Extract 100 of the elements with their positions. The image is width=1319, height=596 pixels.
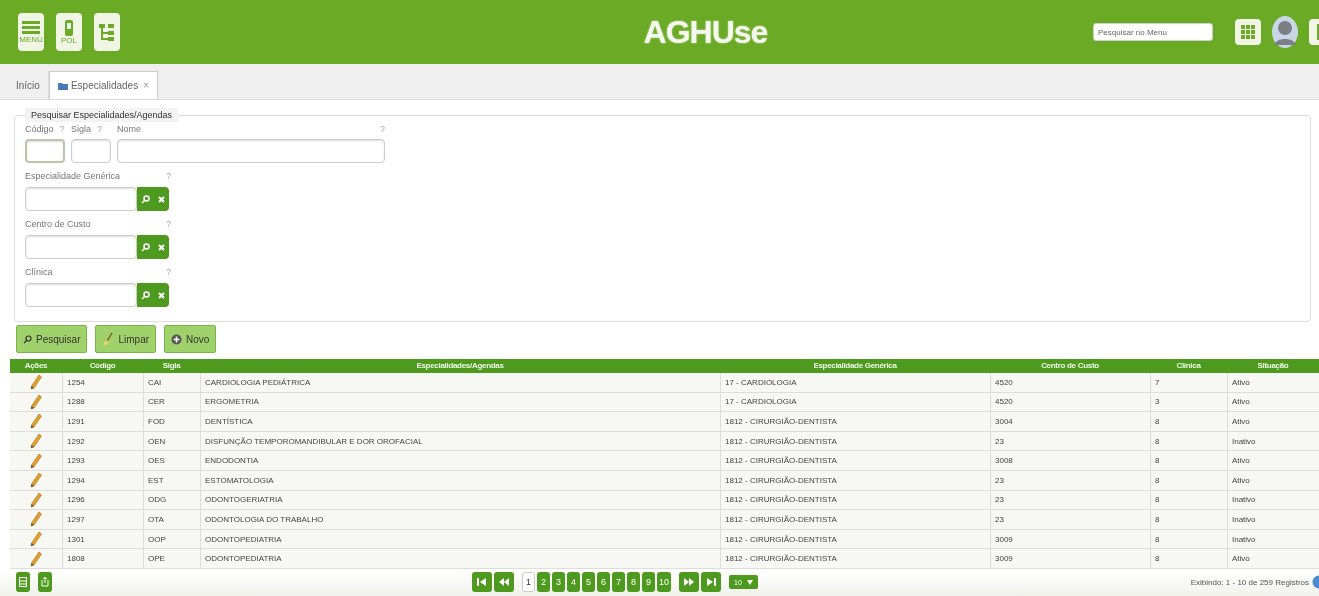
table-cell: ENDODONTIA bbox=[200, 451, 720, 470]
field-label: Sigla bbox=[71, 124, 91, 134]
page-button[interactable]: 6 bbox=[597, 572, 610, 593]
page-button[interactable]: 9 bbox=[642, 572, 655, 593]
field-label: Especialidade Genérica bbox=[25, 171, 121, 181]
clear-button[interactable] bbox=[153, 283, 169, 307]
page-button[interactable]: 3 bbox=[552, 572, 565, 593]
pol-button[interactable]: POL bbox=[56, 13, 82, 51]
table-cell: 1293 bbox=[62, 451, 143, 470]
column-header[interactable]: Situação bbox=[1227, 359, 1319, 373]
table-cell: 8 bbox=[1150, 510, 1227, 529]
broom-icon bbox=[102, 332, 115, 346]
next-page-button[interactable] bbox=[679, 572, 699, 593]
export-button[interactable] bbox=[38, 572, 52, 593]
clear-button[interactable] bbox=[153, 187, 169, 211]
table-cell: 3008 bbox=[990, 451, 1150, 470]
help-icon[interactable]: ? bbox=[97, 124, 103, 134]
column-header[interactable]: Centro de Custo bbox=[990, 359, 1150, 373]
input-field[interactable] bbox=[25, 235, 137, 259]
table-cell: 1296 bbox=[62, 490, 143, 510]
table-cell: 1291 bbox=[62, 412, 143, 431]
pencil-icon[interactable] bbox=[30, 393, 42, 410]
input-field[interactable] bbox=[25, 139, 65, 163]
apps-grid-button[interactable] bbox=[1235, 19, 1261, 45]
column-header[interactable]: Clínica bbox=[1150, 359, 1227, 373]
table-cell: Ativo bbox=[1227, 373, 1319, 392]
table-cell: 1812 - CIRURGIÃO-DENTISTA bbox=[720, 510, 990, 529]
plus-icon bbox=[171, 333, 183, 345]
column-header[interactable]: Sigla bbox=[143, 359, 200, 373]
user-avatar-icon[interactable] bbox=[1271, 15, 1299, 49]
refresh-icon[interactable] bbox=[1311, 575, 1319, 590]
table-cell: 8 bbox=[1150, 451, 1227, 470]
tree-button[interactable] bbox=[94, 13, 120, 51]
help-icon[interactable]: ? bbox=[166, 219, 171, 229]
table-cell: 1812 - CIRURGIÃO-DENTISTA bbox=[720, 549, 990, 568]
table-cell: 17 - CARDIOLOGIA bbox=[720, 373, 990, 392]
pencil-icon[interactable] bbox=[30, 511, 42, 528]
clear-button[interactable] bbox=[153, 235, 169, 259]
spreadsheet-button[interactable] bbox=[16, 572, 30, 593]
pencil-icon[interactable] bbox=[30, 550, 42, 567]
help-icon[interactable]: ? bbox=[166, 267, 171, 277]
column-header[interactable]: Ações bbox=[10, 359, 62, 373]
page-button[interactable]: 7 bbox=[612, 572, 625, 593]
table-cell: 8 bbox=[1150, 470, 1227, 490]
help-icon[interactable]: ? bbox=[166, 171, 171, 181]
table-cell: 8 bbox=[1150, 549, 1227, 568]
pencil-icon[interactable] bbox=[30, 472, 42, 489]
panel-legend: Pesquisar Especialidades/Agendas bbox=[25, 108, 179, 122]
menu-search-field[interactable]: Pesquisar no Menu bbox=[1093, 23, 1213, 41]
page-button[interactable]: 2 bbox=[537, 572, 550, 593]
table-cell: 8 bbox=[1150, 412, 1227, 431]
column-header[interactable]: Especialidade Genérica bbox=[720, 359, 990, 373]
action-button[interactable]: Pesquisar bbox=[16, 325, 88, 353]
table-cell: 4520 bbox=[990, 392, 1150, 412]
help-icon[interactable]: ? bbox=[59, 124, 65, 134]
pencil-icon[interactable] bbox=[30, 531, 42, 548]
export-icon bbox=[41, 577, 49, 588]
pencil-icon[interactable] bbox=[30, 374, 42, 391]
column-header[interactable]: Código bbox=[62, 359, 143, 373]
action-button[interactable]: Novo bbox=[164, 325, 217, 353]
action-button[interactable]: Limpar bbox=[95, 325, 157, 353]
table-cell: 3009 bbox=[990, 529, 1150, 549]
help-icon[interactable]: ? bbox=[380, 124, 385, 134]
close-icon[interactable]: × bbox=[143, 80, 149, 91]
pencil-icon[interactable] bbox=[30, 491, 42, 508]
folder-icon bbox=[57, 81, 68, 90]
input-field[interactable] bbox=[117, 139, 385, 163]
input-field[interactable] bbox=[25, 187, 137, 211]
table-cell: 1301 bbox=[62, 529, 143, 549]
page-button[interactable]: 5 bbox=[582, 572, 595, 593]
page-button[interactable]: 1 bbox=[522, 572, 535, 593]
tab[interactable]: Especialidades × bbox=[48, 71, 158, 99]
phone-icon bbox=[63, 19, 75, 36]
page-button[interactable]: 8 bbox=[627, 572, 640, 593]
pencil-icon[interactable] bbox=[30, 452, 42, 469]
search-button[interactable] bbox=[137, 283, 153, 307]
page-button[interactable]: 10 bbox=[657, 572, 671, 593]
column-header[interactable]: Especialidades/Agendas bbox=[200, 359, 720, 373]
page-button[interactable]: 4 bbox=[567, 572, 580, 593]
table-cell: ODG bbox=[143, 490, 200, 510]
tab[interactable]: Início bbox=[8, 71, 49, 99]
last-page-button[interactable] bbox=[701, 572, 721, 593]
table-cell: 1812 - CIRURGIÃO-DENTISTA bbox=[720, 431, 990, 451]
previous-page-button[interactable] bbox=[494, 572, 514, 593]
menu-button[interactable]: MENU bbox=[18, 13, 44, 51]
table-cell: ESTOMATOLOGIA bbox=[200, 470, 720, 490]
search-button[interactable] bbox=[137, 187, 153, 211]
table-cell: 1812 - CIRURGIÃO-DENTISTA bbox=[720, 412, 990, 431]
first-page-button[interactable] bbox=[472, 572, 492, 593]
search-button[interactable] bbox=[137, 235, 153, 259]
input-field[interactable] bbox=[71, 139, 111, 163]
table-cell: ODONTOPEDIATRIA bbox=[200, 549, 720, 568]
table-cell: Ativo bbox=[1227, 412, 1319, 431]
menu-label: MENU bbox=[19, 35, 43, 44]
input-field[interactable] bbox=[25, 283, 137, 307]
pencil-icon[interactable] bbox=[30, 413, 42, 430]
table-cell: ODONTOPEDIATRIA bbox=[200, 529, 720, 549]
fast-forward-icon bbox=[684, 578, 694, 587]
pencil-icon[interactable] bbox=[30, 433, 42, 450]
field-label: Centro de Custo bbox=[25, 219, 91, 229]
